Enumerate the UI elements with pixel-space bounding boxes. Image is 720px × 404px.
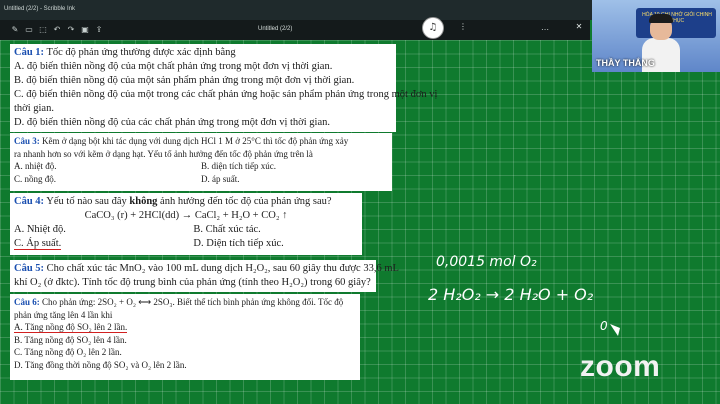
- question-label: Câu 3:: [14, 136, 40, 146]
- save-icon[interactable]: ▣: [80, 25, 90, 35]
- pen-mode-icon[interactable]: ♫: [422, 17, 444, 39]
- option-b: B. độ biến thiên nồng độ của một sản phẩ…: [14, 75, 355, 86]
- question-stem: Yếu tố nào sau đây: [44, 196, 130, 207]
- undo-icon[interactable]: ↶: [52, 25, 62, 35]
- question-card-4: Câu 4: Yếu tố nào sau đây không ảnh hưởn…: [10, 193, 362, 255]
- question-stem-cont: ra nhanh hơn so với kẽm ở dạng hạt. Yếu …: [14, 148, 313, 159]
- question-label: Câu 4:: [14, 196, 45, 207]
- option-c: C. Tăng nồng độ O₂ lên 2 lần.: [14, 347, 122, 357]
- select-icon[interactable]: ⬚: [38, 25, 48, 35]
- question-stem: Cho phản ứng: 2SO₂ + O₂ ⟷ 2SO₃. Biết thể…: [39, 297, 344, 307]
- option-c: C. Áp suất.: [14, 238, 62, 250]
- option-d: D. Tăng đồng thời nồng độ SO₂ và O₂ lên …: [14, 359, 187, 370]
- presenter-video[interactable]: HÓA 10 GHI NHỚ GIỎI CHINH PHỤC THẦY THẮN…: [592, 0, 720, 72]
- option-b: B. Tăng nồng độ SO₂ lên 4 lần.: [14, 334, 127, 345]
- question-stem-end: ảnh hưởng đến tốc độ của phản ứng sau?: [157, 196, 332, 207]
- handwritten-notes: 0,0015 mol O₂ 2 H₂O₂ → 2 H₂O + O₂ 0: [428, 254, 620, 336]
- option-a: A. nhiệt độ.: [14, 161, 57, 171]
- question-card-1: Câu 1: Tốc độ phản ứng thường được xác đ…: [10, 44, 438, 132]
- options-icon[interactable]: ⋮: [458, 22, 468, 32]
- handwriting-line-1: 0,0015 mol O₂: [436, 254, 537, 270]
- question-stem-cont: khí O₂ (ở đktc). Tính tốc độ trung bình …: [14, 277, 371, 288]
- question-stem: Kẽm ở dạng bột khi tác dụng với dung dịc…: [39, 136, 349, 146]
- question-label: Câu 6:: [14, 297, 40, 307]
- presenter-name: THẦY THẮNG: [596, 58, 655, 68]
- question-label: Câu 5:: [14, 263, 45, 274]
- option-d: D. Diện tích tiếp xúc.: [193, 238, 284, 249]
- zoom-logo: zoom: [580, 350, 661, 383]
- option-d: D. độ biến thiên nồng độ của các chất ph…: [14, 117, 330, 128]
- question-stem: Cho chất xúc tác MnO₂ vào 100 mL dung dị…: [44, 263, 399, 274]
- option-c: C. độ biến thiên nồng độ của một trong c…: [14, 89, 438, 100]
- equation: CaCO₃ (r) + 2HCl(dd) → CaCl₂ + H₂O + CO₂…: [84, 210, 288, 221]
- export-icon[interactable]: ⇪: [94, 25, 104, 35]
- option-c: C. nồng độ.: [14, 173, 57, 184]
- option-a: A. Tăng nồng độ SO₂ lên 2 lần.: [14, 322, 128, 333]
- cursor-icon: [610, 324, 620, 336]
- option-c-cont: thời gian.: [14, 103, 54, 114]
- option-b: B. Chất xúc tác.: [193, 224, 261, 235]
- option-a: A. độ biến thiên nồng độ của một chất ph…: [14, 61, 333, 72]
- question-stem: Tốc độ phản ứng thường được xác định bằn…: [44, 47, 236, 58]
- question-stem-cont: phản ứng tăng lên 4 lần khi: [14, 309, 113, 320]
- pen-icon[interactable]: ✎: [10, 25, 20, 35]
- option-b: B. diện tích tiếp xúc.: [201, 161, 276, 171]
- document-title: Untitled (2/2): [258, 26, 293, 32]
- question-card-3: Câu 3: Kẽm ở dạng bột khi tác dụng với d…: [10, 133, 392, 191]
- option-a: A. Nhiệt độ.: [14, 224, 66, 235]
- eraser-icon[interactable]: ▭: [24, 25, 34, 35]
- handwriting-line-2: 2 H₂O₂ → 2 H₂O + O₂: [428, 285, 594, 304]
- redo-icon[interactable]: ↷: [66, 25, 76, 35]
- option-d: D. áp suất.: [201, 173, 240, 184]
- question-card-6: Câu 6: Cho phản ứng: 2SO₂ + O₂ ⟷ 2SO₃. B…: [10, 294, 360, 380]
- question-card-5: Câu 5: Cho chất xúc tác MnO₂ vào 100 mL …: [10, 260, 399, 292]
- question-label: Câu 1:: [14, 47, 45, 58]
- close-icon[interactable]: ✕: [574, 22, 584, 32]
- more-icon[interactable]: ⋯: [540, 25, 550, 35]
- app-title: Untitled (2/2) - Scribble Ink: [4, 6, 76, 12]
- question-stem-bold: không: [129, 196, 158, 207]
- handwriting-line-3: 0: [600, 319, 608, 333]
